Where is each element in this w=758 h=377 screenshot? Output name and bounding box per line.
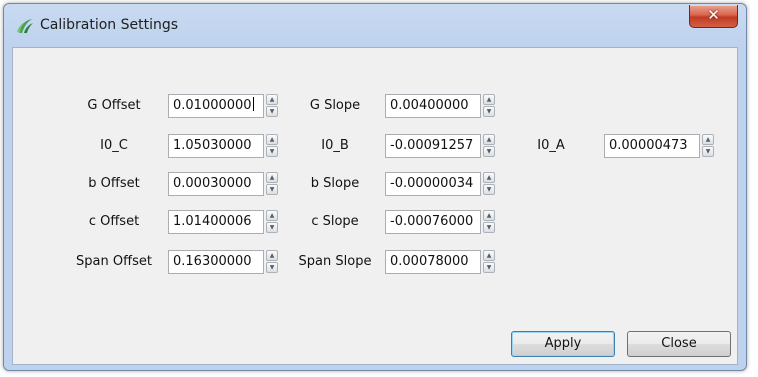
- g-slope-label: G Slope: [309, 98, 361, 113]
- b-offset-input[interactable]: 0.00030000: [168, 172, 264, 196]
- c-offset-spinbox[interactable]: 1.01400006 ▲ ▼: [168, 210, 278, 234]
- c-slope-label: c Slope: [311, 214, 359, 229]
- c-offset-label: c Offset: [88, 214, 140, 229]
- i0-c-spinbox[interactable]: 1.05030000 ▲ ▼: [168, 134, 278, 158]
- c-offset-input[interactable]: 1.01400006: [168, 210, 264, 234]
- i0-a-spinbox[interactable]: 0.00000473 ▲ ▼: [604, 134, 714, 158]
- g-offset-spinbox[interactable]: 0.01000000 ▲ ▼: [168, 94, 278, 118]
- span-offset-increment-icon[interactable]: ▲: [266, 250, 278, 261]
- g-offset-label: G Offset: [87, 98, 141, 113]
- b-slope-spinbox[interactable]: -0.00000034 ▲ ▼: [385, 172, 495, 196]
- span-offset-label: Span Offset: [76, 254, 152, 269]
- c-offset-increment-icon[interactable]: ▲: [266, 210, 278, 221]
- close-button[interactable]: Close: [627, 331, 731, 357]
- i0-c-increment-icon[interactable]: ▲: [266, 134, 278, 145]
- span-slope-increment-icon[interactable]: ▲: [483, 250, 495, 261]
- span-slope-label: Span Slope: [298, 254, 372, 269]
- span-slope-input[interactable]: 0.00078000: [385, 250, 481, 274]
- title-bar[interactable]: Calibration Settings ✕: [4, 4, 746, 46]
- b-offset-spinbox[interactable]: 0.00030000 ▲ ▼: [168, 172, 278, 196]
- g-offset-input[interactable]: 0.01000000: [168, 94, 264, 118]
- i0-b-label: I0_B: [321, 138, 349, 153]
- span-offset-spinbox[interactable]: 0.16300000 ▲ ▼: [168, 250, 278, 274]
- close-icon[interactable]: ✕: [689, 5, 738, 28]
- dialog-body: G Offset 0.01000000 ▲ ▼ G Slope 0.004000…: [12, 47, 738, 365]
- span-offset-decrement-icon[interactable]: ▼: [266, 262, 278, 273]
- i0-c-label: I0_C: [100, 138, 128, 153]
- i0-b-input[interactable]: -0.00091257: [385, 134, 481, 158]
- i0-a-label: I0_A: [537, 138, 565, 153]
- b-offset-increment-icon[interactable]: ▲: [266, 172, 278, 183]
- g-slope-input[interactable]: 0.00400000: [385, 94, 481, 118]
- i0-b-increment-icon[interactable]: ▲: [483, 134, 495, 145]
- apply-button[interactable]: Apply: [511, 331, 615, 357]
- window-title: Calibration Settings: [40, 17, 179, 33]
- g-slope-spinbox[interactable]: 0.00400000 ▲ ▼: [385, 94, 495, 118]
- c-offset-decrement-icon[interactable]: ▼: [266, 222, 278, 233]
- span-offset-input[interactable]: 0.16300000: [168, 250, 264, 274]
- i0-b-spinbox[interactable]: -0.00091257 ▲ ▼: [385, 134, 495, 158]
- i0-c-input[interactable]: 1.05030000: [168, 134, 264, 158]
- i0-c-decrement-icon[interactable]: ▼: [266, 146, 278, 157]
- i0-a-decrement-icon[interactable]: ▼: [702, 146, 714, 157]
- i0-a-increment-icon[interactable]: ▲: [702, 134, 714, 145]
- b-slope-decrement-icon[interactable]: ▼: [483, 184, 495, 195]
- c-slope-increment-icon[interactable]: ▲: [483, 210, 495, 221]
- span-slope-spinbox[interactable]: 0.00078000 ▲ ▼: [385, 250, 495, 274]
- b-offset-label: b Offset: [88, 176, 140, 191]
- b-slope-increment-icon[interactable]: ▲: [483, 172, 495, 183]
- b-slope-input[interactable]: -0.00000034: [385, 172, 481, 196]
- g-offset-decrement-icon[interactable]: ▼: [266, 106, 278, 117]
- app-logo-icon: [17, 19, 33, 33]
- c-slope-spinbox[interactable]: -0.00076000 ▲ ▼: [385, 210, 495, 234]
- g-slope-increment-icon[interactable]: ▲: [483, 94, 495, 105]
- b-offset-decrement-icon[interactable]: ▼: [266, 184, 278, 195]
- b-slope-label: b Slope: [310, 176, 360, 191]
- g-slope-decrement-icon[interactable]: ▼: [483, 106, 495, 117]
- g-offset-increment-icon[interactable]: ▲: [266, 94, 278, 105]
- c-slope-decrement-icon[interactable]: ▼: [483, 222, 495, 233]
- i0-a-input[interactable]: 0.00000473: [604, 134, 700, 158]
- span-slope-decrement-icon[interactable]: ▼: [483, 262, 495, 273]
- i0-b-decrement-icon[interactable]: ▼: [483, 146, 495, 157]
- c-slope-input[interactable]: -0.00076000: [385, 210, 481, 234]
- calibration-settings-window: Calibration Settings ✕ G Offset 0.010000…: [3, 3, 747, 371]
